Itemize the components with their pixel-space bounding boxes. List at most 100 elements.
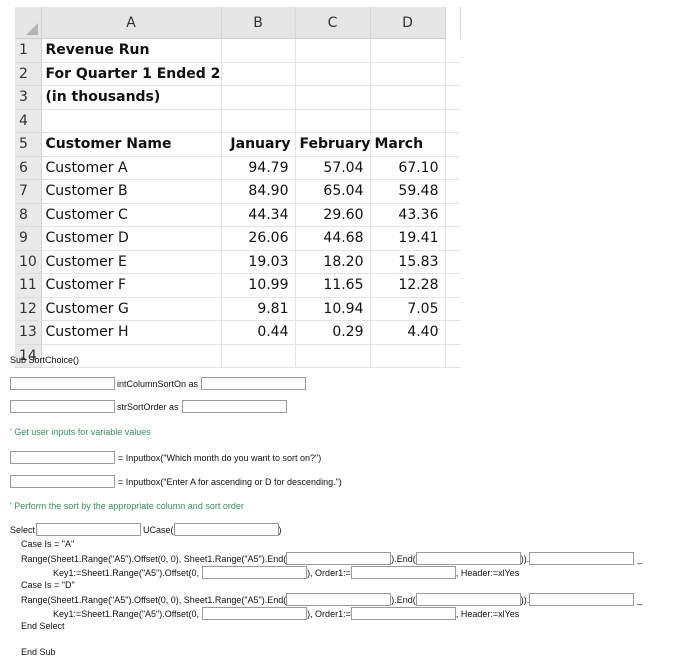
row-header[interactable]: 2 — [15, 62, 42, 86]
key-d-order-blank[interactable] — [350, 607, 456, 620]
dim2-keyword-blank[interactable] — [10, 400, 115, 413]
cell-b6[interactable]: 94.79 — [221, 156, 296, 180]
cell-c6[interactable]: 57.04 — [295, 156, 371, 180]
cell-d6[interactable]: 67.10 — [370, 156, 446, 180]
row-header[interactable]: 5 — [15, 132, 42, 157]
row-header[interactable]: 4 — [15, 109, 42, 133]
column-header-b[interactable]: B — [221, 7, 296, 39]
range-d-continuation: _ — [637, 594, 643, 605]
column-header-c[interactable]: C — [295, 7, 371, 39]
cell-d9[interactable]: 19.41 — [370, 226, 446, 251]
row-header[interactable]: 12 — [15, 297, 42, 321]
range-d-end2-blank[interactable] — [415, 593, 521, 606]
row-header[interactable]: 13 — [15, 320, 42, 345]
cell-b13[interactable]: 0.44 — [221, 320, 296, 345]
cell-b5[interactable]: January — [221, 132, 296, 157]
column-header-a[interactable]: A — [41, 7, 222, 39]
cell-b7[interactable]: 84.90 — [221, 179, 296, 204]
row-header[interactable]: 9 — [15, 226, 42, 251]
cell-a6[interactable]: Customer A — [41, 156, 222, 180]
row-edge — [445, 226, 460, 251]
sheet-row: 5 Customer Name January February March — [15, 132, 460, 157]
cell-b2[interactable] — [221, 62, 296, 86]
range-a-end1-blank[interactable] — [286, 552, 392, 565]
row-header[interactable]: 6 — [15, 156, 42, 180]
cell-b11[interactable]: 10.99 — [221, 273, 296, 298]
cell-c8[interactable]: 29.60 — [295, 203, 371, 227]
ucase-close: ) — [278, 524, 282, 535]
dim1-keyword-blank[interactable] — [10, 377, 115, 390]
cell-d13[interactable]: 4.40 — [370, 320, 446, 345]
cell-b3[interactable] — [221, 85, 296, 110]
cell-d3[interactable] — [370, 85, 446, 110]
cell-c11[interactable]: 11.65 — [295, 273, 371, 298]
cell-d1[interactable] — [370, 38, 446, 63]
row-header[interactable]: 10 — [15, 250, 42, 274]
cell-a7[interactable]: Customer B — [41, 179, 222, 204]
cell-c10[interactable]: 18.20 — [295, 250, 371, 274]
cell-b12[interactable]: 9.81 — [221, 297, 296, 321]
cell-d5[interactable]: March — [370, 132, 446, 157]
cell-c4[interactable] — [295, 109, 371, 133]
row-edge — [445, 85, 460, 110]
cell-a11[interactable]: Customer F — [41, 273, 222, 298]
row-header[interactable]: 7 — [15, 179, 42, 204]
cell-d14[interactable] — [370, 344, 446, 368]
select-all-corner[interactable] — [15, 7, 42, 39]
cell-a12[interactable]: Customer G — [41, 297, 222, 321]
dim2-type-blank[interactable] — [181, 400, 287, 413]
key-a-offset-blank[interactable] — [202, 566, 308, 579]
cell-c12[interactable]: 10.94 — [295, 297, 371, 321]
cell-a5[interactable]: Customer Name — [41, 132, 222, 157]
cell-a1[interactable]: Revenue Run — [41, 38, 222, 63]
input2-text: = Inputbox("Enter A for ascending or D f… — [118, 476, 342, 487]
cell-b9[interactable]: 26.06 — [221, 226, 296, 251]
range-d-method-blank[interactable] — [529, 593, 635, 606]
input1-variable-blank[interactable] — [10, 451, 115, 464]
cell-c5[interactable]: February — [295, 132, 371, 157]
code-line-input1: = Inputbox("Which month do you want to s… — [10, 451, 321, 464]
cell-a9[interactable]: Customer D — [41, 226, 222, 251]
select-case-blank[interactable] — [36, 523, 142, 536]
cell-b14[interactable] — [221, 344, 296, 368]
cell-c9[interactable]: 44.68 — [295, 226, 371, 251]
range-d-end1-blank[interactable] — [286, 593, 392, 606]
row-header[interactable]: 11 — [15, 273, 42, 298]
cell-d10[interactable]: 15.83 — [370, 250, 446, 274]
cell-c14[interactable] — [295, 344, 371, 368]
select-keyword: Select — [10, 524, 36, 535]
cell-a4[interactable] — [41, 109, 222, 133]
cell-a3[interactable]: (in thousands) — [41, 85, 222, 110]
cell-d12[interactable]: 7.05 — [370, 297, 446, 321]
cell-c1[interactable] — [295, 38, 371, 63]
cell-d11[interactable]: 12.28 — [370, 273, 446, 298]
column-header-d[interactable]: D — [370, 7, 446, 39]
cell-a8[interactable]: Customer C — [41, 203, 222, 227]
cell-a13[interactable]: Customer H — [41, 320, 222, 345]
row-header[interactable]: 8 — [15, 203, 42, 227]
cell-d8[interactable]: 43.36 — [370, 203, 446, 227]
ucase-argument-blank[interactable] — [173, 523, 279, 536]
cell-d4[interactable] — [370, 109, 446, 133]
dim1-type-blank[interactable] — [201, 377, 307, 390]
cell-b8[interactable]: 44.34 — [221, 203, 296, 227]
cell-c7[interactable]: 65.04 — [295, 179, 371, 204]
range-a-end2-blank[interactable] — [415, 552, 521, 565]
cell-b10[interactable]: 19.03 — [221, 250, 296, 274]
input2-variable-blank[interactable] — [10, 475, 115, 488]
cell-b1[interactable] — [221, 38, 296, 63]
cell-c13[interactable]: 0.29 — [295, 320, 371, 345]
cell-d7[interactable]: 59.48 — [370, 179, 446, 204]
cell-d2[interactable] — [370, 62, 446, 86]
cell-b4[interactable] — [221, 109, 296, 133]
cell-a10[interactable]: Customer E — [41, 250, 222, 274]
key-d-offset-blank[interactable] — [202, 607, 308, 620]
key-a-order-blank[interactable] — [350, 566, 456, 579]
cell-c3[interactable] — [295, 85, 371, 110]
row-header[interactable]: 1 — [15, 38, 42, 63]
code-line-input2: = Inputbox("Enter A for ascending or D f… — [10, 475, 342, 488]
cell-c2[interactable] — [295, 62, 371, 86]
row-header[interactable]: 3 — [15, 85, 42, 110]
range-a-method-blank[interactable] — [529, 552, 635, 565]
cell-a2[interactable]: For Quarter 1 Ended 2020 — [41, 62, 222, 86]
